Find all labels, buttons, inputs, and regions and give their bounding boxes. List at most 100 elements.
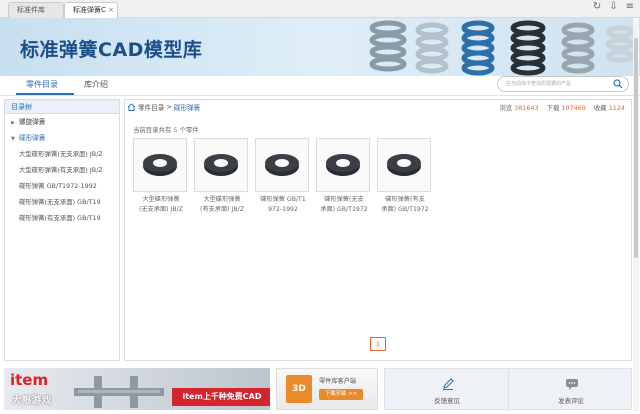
tree-item[interactable]: 大型碟形弹簧(无支承面) JB/Z xyxy=(5,146,119,162)
search-placeholder: 在当前库中查找所需要的产品 xyxy=(506,81,572,87)
tab-standard-spring[interactable]: 标准弹簧C × xyxy=(64,2,118,18)
3d-badge-icon: 3D xyxy=(286,375,312,403)
disc-spring-icon xyxy=(387,154,421,176)
toolbar-icons: ↻ ⇩ ≡ xyxy=(593,1,634,12)
part-grid: 大型碟形弹簧 (无支承面) JB/Z 大型碟形弹簧 (有支承面) JB/Z 碟形弹簧… xyxy=(133,138,433,215)
client-ad-title: 零件库客户端 xyxy=(319,378,357,385)
tab-part-catalog[interactable]: 零件目录 xyxy=(26,79,58,90)
tree-group-label: 碟形弹簧 xyxy=(19,134,46,142)
catalog-tree-sidebar: 目录树 ▶ 螺旋弹簧 ▼ 碟形弹簧 大型碟形弹簧(无支承面) JB/Z 大型碟形弹簧… xyxy=(4,99,120,361)
scrollbar-thumb[interactable] xyxy=(634,38,638,258)
total-count: 5 xyxy=(173,126,178,134)
part-thumbnail[interactable] xyxy=(255,138,309,192)
tree-header: 目录树 xyxy=(5,100,119,114)
home-icon[interactable] xyxy=(127,103,136,111)
part-name-line: 承面) GB/T1972 xyxy=(320,206,368,213)
tree-group-disc-spring[interactable]: ▼ 碟形弹簧 xyxy=(5,130,119,146)
disc-spring-icon xyxy=(265,154,299,176)
breadcrumb-root[interactable]: 零件目录 xyxy=(138,102,164,112)
part-name[interactable]: 大型碟形弹簧 (无支承面) JB/Z xyxy=(133,195,189,215)
download-install-button[interactable]: 下载安装 >> xyxy=(319,389,363,400)
total-suffix: 个零件 xyxy=(179,126,199,134)
disc-spring-icon xyxy=(204,154,238,176)
item-ad-banner[interactable]: item 大眼游戏 item上千种免费CAD xyxy=(4,368,270,410)
part-name-line: 972-1992 xyxy=(268,206,298,213)
part-name[interactable]: 碟形弹簧 GB/T1 972-1992 xyxy=(255,195,311,215)
part-name-line: (无支承面) JB/Z xyxy=(139,206,183,213)
part-name[interactable]: 碟形弹簧(无支 承面) GB/T1972 xyxy=(316,195,372,215)
download-icon[interactable]: ⇩ xyxy=(609,1,617,12)
part-thumbnail[interactable] xyxy=(133,138,187,192)
total-prefix: 当前目录共有 xyxy=(133,126,172,134)
part-name-line: 大型碟形弹簧 xyxy=(142,196,180,203)
active-tab-indicator xyxy=(16,93,74,95)
free-cad-cta[interactable]: item上千种免费CAD xyxy=(172,388,270,406)
part-name-line: (有支承面) JB/Z xyxy=(200,206,244,213)
tab-library-intro[interactable]: 库介绍 xyxy=(84,79,108,90)
pagination-page-1[interactable]: 1 xyxy=(370,337,386,351)
views-label: 浏览 xyxy=(499,104,513,112)
browser-tab-bar: 标准件库 标准弹簧C × ↻ ⇩ ≡ xyxy=(0,0,640,18)
tree-item[interactable]: 大型碟形弹簧(有支承面) JB/Z xyxy=(5,162,119,178)
menu-icon[interactable]: ≡ xyxy=(626,1,634,12)
close-icon[interactable]: × xyxy=(108,3,114,17)
downloads-label: 下载 xyxy=(546,104,560,112)
part-thumbnail[interactable] xyxy=(194,138,248,192)
part-name-line: 承面) GB/T1972 xyxy=(381,206,429,213)
pencil-icon xyxy=(443,378,454,390)
watermark-logo: 大眼游戏 xyxy=(12,396,53,406)
feedback-panel: 反馈意见 发表评论 xyxy=(384,368,633,411)
tab-label: 标准弹簧C xyxy=(73,6,106,14)
search-icon[interactable] xyxy=(613,79,623,89)
comment-button[interactable]: 发表评论 xyxy=(509,369,633,411)
tree-group-label: 螺旋弹簧 xyxy=(19,118,46,126)
downloads-count: 107469 xyxy=(561,104,586,112)
part-count-text: 当前目录共有 5 个零件 xyxy=(133,125,199,134)
search-input[interactable]: 在当前库中查找所需要的产品 xyxy=(497,76,629,92)
part-thumbnail[interactable] xyxy=(316,138,370,192)
aluminum-profile-illustration xyxy=(74,376,164,408)
breadcrumb-current[interactable]: 碟形弹簧 xyxy=(174,102,200,112)
views-count: 381643 xyxy=(514,104,539,112)
scrollbar[interactable] xyxy=(633,18,639,412)
part-card[interactable]: 碟形弹簧 GB/T1 972-1992 xyxy=(255,138,311,215)
main-content-panel: 零件目录 > 碟形弹簧 浏览 381643 下载 107469 收藏 1124 … xyxy=(124,99,632,361)
caret-down-icon: ▼ xyxy=(11,136,15,142)
refresh-icon[interactable]: ↻ xyxy=(593,1,601,12)
tree-item[interactable]: 碟形弹簧 GB/T1972-1992 xyxy=(5,178,119,194)
sub-navigation: 零件目录 库介绍 在当前库中查找所需要的产品 xyxy=(0,76,640,96)
favorites-label: 收藏 xyxy=(593,104,607,112)
tree-group-coil-spring[interactable]: ▶ 螺旋弹簧 xyxy=(5,114,119,130)
part-name-line: 大型碟形弹簧 xyxy=(203,196,241,203)
feedback-button[interactable]: 反馈意见 xyxy=(385,369,509,411)
springs-illustration xyxy=(369,20,635,76)
tree-item[interactable]: 碟形弹簧(无支承面) GB/T19 xyxy=(5,194,119,210)
breadcrumb-separator: > xyxy=(166,103,172,111)
library-title: 标准弹簧CAD模型库 xyxy=(20,39,203,61)
tab-standard-parts[interactable]: 标准件库 xyxy=(8,2,64,18)
client-download-ad[interactable]: 3D 零件库客户端 下载安装 >> xyxy=(276,368,378,410)
disc-spring-icon xyxy=(326,154,360,176)
disc-spring-icon xyxy=(143,154,177,176)
part-name[interactable]: 碟形弹簧(有支 承面) GB/T1972 xyxy=(377,195,433,215)
tab-label: 标准件库 xyxy=(17,6,45,14)
part-name-line: 碟形弹簧(有支 xyxy=(385,196,425,203)
breadcrumb: 零件目录 > 碟形弹簧 xyxy=(127,102,200,112)
statistics: 浏览 381643 下载 107469 收藏 1124 xyxy=(499,103,625,112)
feedback-label: 反馈意见 xyxy=(434,397,460,405)
part-card[interactable]: 大型碟形弹簧 (有支承面) JB/Z xyxy=(194,138,250,215)
part-card[interactable]: 大型碟形弹簧 (无支承面) JB/Z xyxy=(133,138,189,215)
comment-label: 发表评论 xyxy=(558,397,584,405)
part-name-line: 碟形弹簧 GB/T1 xyxy=(260,196,306,203)
item-brand-logo: item xyxy=(10,371,49,389)
tree-item[interactable]: 碟形弹簧(有支承面) GB/T19 xyxy=(5,210,119,226)
part-thumbnail[interactable] xyxy=(377,138,431,192)
comment-icon xyxy=(566,379,578,390)
part-card[interactable]: 碟形弹簧(有支 承面) GB/T1972 xyxy=(377,138,433,215)
part-name[interactable]: 大型碟形弹簧 (有支承面) JB/Z xyxy=(194,195,250,215)
caret-right-icon: ▶ xyxy=(11,120,15,126)
favorites-count: 1124 xyxy=(608,104,625,112)
part-name-line: 碟形弹簧(无支 xyxy=(324,196,364,203)
header-banner: 标准弹簧CAD模型库 xyxy=(0,18,640,76)
part-card[interactable]: 碟形弹簧(无支 承面) GB/T1972 xyxy=(316,138,372,215)
